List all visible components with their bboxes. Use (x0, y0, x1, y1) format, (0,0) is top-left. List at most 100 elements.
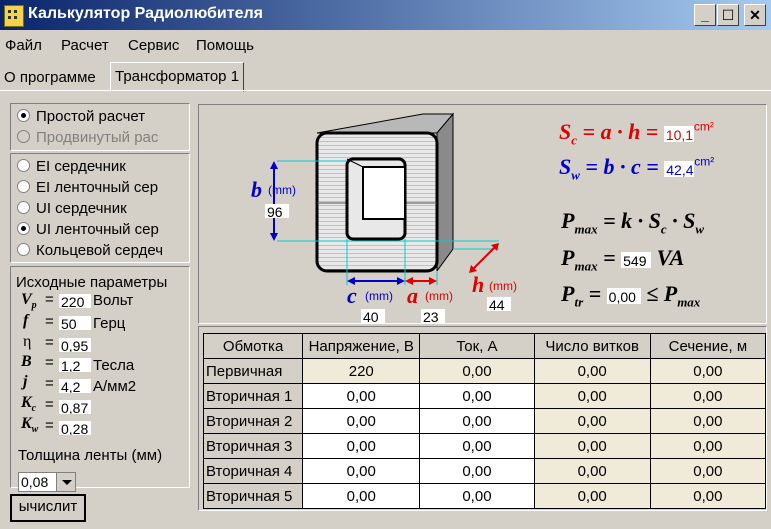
radio-simple-calc[interactable]: Простой расчет (17, 108, 185, 125)
table-cell[interactable]: 0,00 (649, 483, 766, 509)
kc-input[interactable]: 0,87 (59, 400, 91, 414)
table-cell[interactable]: 0,00 (649, 408, 766, 434)
dim-c-value: 40 (361, 309, 385, 323)
table-cell[interactable]: 0,00 (419, 433, 535, 459)
maximize-button[interactable]: ☐ (717, 4, 739, 26)
col-header-current[interactable]: Ток, А (419, 333, 535, 359)
windings-table: Обмотка Напряжение, В Ток, А Число витко… (202, 333, 766, 509)
param-symbol: Vp (21, 291, 37, 312)
chevron-down-icon[interactable] (56, 473, 75, 491)
table-cell[interactable]: 0,00 (649, 383, 766, 409)
table-row: Вторичная 1 0,00 0,00 0,00 0,00 (202, 383, 766, 409)
core-type-group: EI сердечник EI ленточный сер UI сердечн… (10, 153, 190, 263)
param-unit: Вольт (93, 292, 134, 309)
radio-button[interactable] (17, 180, 30, 193)
calculate-button[interactable]: ычислит (10, 494, 86, 522)
menu-service[interactable]: Сервис (128, 37, 179, 54)
row-label: Вторичная 1 (202, 383, 304, 409)
param-symbol: f (23, 312, 29, 329)
table-cell[interactable]: 0,00 (649, 458, 766, 484)
radio-label: Простой расчет (36, 108, 146, 125)
table-cell[interactable]: 0,00 (302, 458, 421, 484)
row-label: Вторичная 4 (202, 458, 304, 484)
radio-button[interactable] (17, 201, 30, 214)
dim-h-value: 44 (487, 297, 511, 311)
radio-button[interactable] (17, 159, 30, 172)
tab-strip: О программе Трансформатор 1 (0, 60, 771, 92)
j-input[interactable]: 4,2 (59, 379, 91, 393)
table-cell[interactable]: 0,00 (419, 383, 535, 409)
b-input[interactable]: 1,2 (59, 358, 91, 372)
menu-help[interactable]: Помощь (196, 37, 254, 54)
dim-a-label: a (407, 283, 418, 308)
table-cell[interactable]: 0,00 (302, 408, 421, 434)
dim-b-value: 96 (265, 204, 289, 218)
sw-value: 42,4 (664, 160, 695, 177)
table-cell[interactable]: 0,00 (533, 358, 651, 384)
tab-about[interactable]: О программе (0, 66, 100, 90)
radio-button[interactable] (17, 222, 30, 235)
param-symbol: Kw (21, 415, 39, 436)
calc-mode-group: Простой расчет Продвинутый рас (10, 103, 190, 151)
row-label: Вторичная 3 (202, 433, 304, 459)
radio-ei-tape-core[interactable]: EI ленточный сер (17, 179, 185, 196)
ptr-formula: Ptr = 0,00 ≤ Pmax (561, 281, 701, 310)
table-cell[interactable]: 0,00 (533, 483, 651, 509)
dim-b-label: b (251, 177, 262, 202)
table-row: Первичная 220 0,00 0,00 0,00 (202, 358, 766, 384)
table-cell[interactable]: 0,00 (419, 358, 535, 384)
eta-input[interactable]: 0,95 (59, 338, 91, 352)
table-row: Вторичная 3 0,00 0,00 0,00 0,00 (202, 433, 766, 459)
dim-h-unit: (mm) (489, 279, 517, 293)
table-cell[interactable]: 0,00 (649, 358, 766, 384)
radio-ui-tape-core[interactable]: UI ленточный сер (17, 221, 185, 238)
pmax-result: Pmax = 549 VA (561, 245, 685, 274)
sc-formula: Sc = a · h = 10,1cm² (559, 119, 714, 148)
vp-input[interactable]: 220 (59, 294, 91, 308)
radio-button[interactable] (17, 243, 30, 256)
table-cell[interactable]: 0,00 (419, 483, 535, 509)
row-label: Первичная (202, 358, 304, 384)
col-header-winding[interactable]: Обмотка (202, 333, 304, 359)
table-cell[interactable]: 0,00 (302, 383, 421, 409)
table-cell[interactable]: 0,00 (533, 408, 651, 434)
menu-file[interactable]: Файл (5, 37, 42, 54)
col-header-turns[interactable]: Число витков (533, 333, 651, 359)
dim-b-unit: (mm) (268, 183, 296, 197)
tape-thickness-select[interactable]: 0,08 (18, 472, 76, 492)
radio-button (17, 130, 30, 143)
table-cell[interactable]: 0,00 (533, 383, 651, 409)
windings-grid[interactable]: Обмотка Напряжение, В Ток, А Число витко… (198, 326, 767, 511)
table-cell[interactable]: 0,00 (302, 433, 421, 459)
menu-calc[interactable]: Расчет (61, 37, 109, 54)
equals-sign: = (45, 354, 54, 371)
window-title: Калькулятор Радиолюбителя (28, 5, 263, 22)
table-cell[interactable]: 0,00 (419, 408, 535, 434)
radio-button[interactable] (17, 109, 30, 122)
table-cell[interactable]: 0,00 (419, 458, 535, 484)
table-cell[interactable]: 0,00 (533, 458, 651, 484)
param-unit: А/мм2 (93, 378, 137, 395)
params-heading: Исходные параметры (16, 274, 168, 291)
tab-transformer-1[interactable]: Трансформатор 1 (110, 62, 245, 92)
table-row: Вторичная 5 0,00 0,00 0,00 0,00 (202, 483, 766, 509)
table-row: Вторичная 2 0,00 0,00 0,00 0,00 (202, 408, 766, 434)
kw-input[interactable]: 0,28 (59, 421, 91, 435)
table-cell[interactable]: 0,00 (649, 433, 766, 459)
col-header-voltage[interactable]: Напряжение, В (302, 333, 421, 359)
col-header-section[interactable]: Сечение, м (649, 333, 766, 359)
close-button[interactable]: ✕ (744, 4, 766, 26)
radio-toroidal-core[interactable]: Кольцевой сердеч (17, 242, 185, 259)
table-cell[interactable]: 220 (302, 358, 421, 384)
radio-ui-core[interactable]: UI сердечник (17, 200, 185, 217)
f-input[interactable]: 50 (59, 316, 91, 330)
tab-divider (0, 90, 771, 91)
menu-bar: Файл Расчет Сервис Помощь (0, 31, 771, 58)
equals-sign: = (45, 313, 54, 330)
param-unit: Герц (93, 315, 126, 332)
radio-ei-core[interactable]: EI сердечник (17, 158, 185, 175)
radio-label: Кольцевой сердеч (36, 242, 164, 259)
table-cell[interactable]: 0,00 (533, 433, 651, 459)
table-cell[interactable]: 0,00 (302, 483, 421, 509)
minimize-button[interactable]: _ (694, 4, 716, 26)
